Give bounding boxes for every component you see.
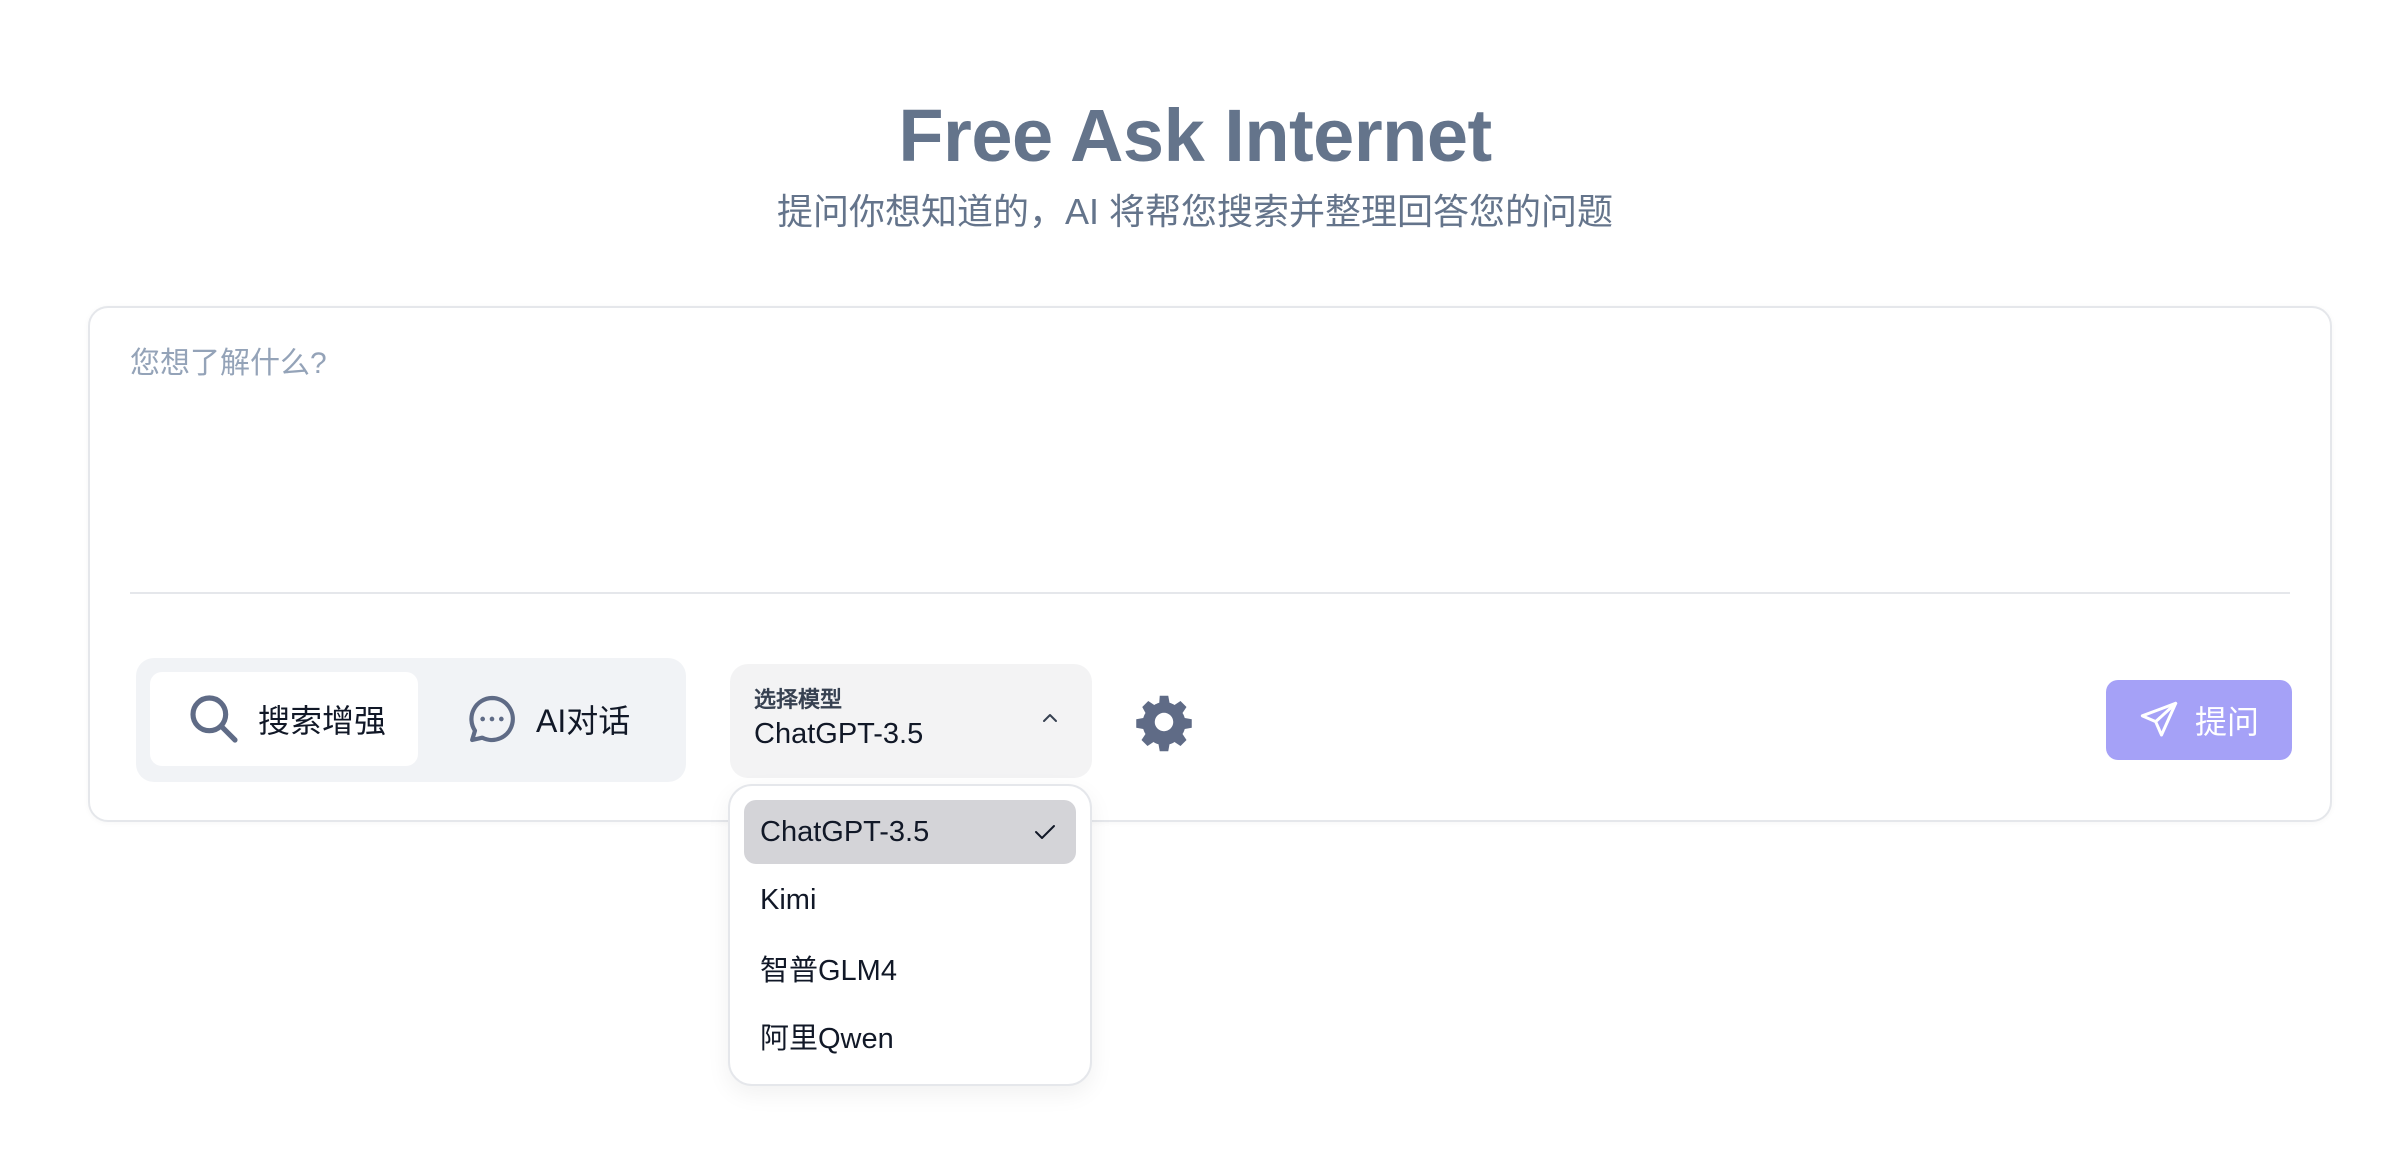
- check-icon: [1035, 825, 1055, 839]
- search-mode-label: 搜索增强: [258, 703, 387, 739]
- search-icon: [190, 695, 238, 743]
- submit-label: 提问: [2194, 704, 2259, 740]
- model-select[interactable]: 选择模型 ChatGPT-3.5: [730, 664, 1092, 778]
- chat-mode-button[interactable]: AI对话: [434, 672, 674, 766]
- submit-button[interactable]: 提问: [2106, 680, 2292, 760]
- send-icon: [2140, 701, 2178, 737]
- model-select-value: ChatGPT-3.5: [754, 718, 924, 750]
- divider: [130, 592, 2290, 594]
- model-select-label: 选择模型: [754, 687, 843, 712]
- model-option[interactable]: 智普GLM4: [744, 936, 1076, 1000]
- question-input[interactable]: [130, 344, 2290, 564]
- model-dropdown: ChatGPT-3.5 Kimi 智普GLM4 阿里Qwen: [728, 784, 1092, 1086]
- mode-toggle: 搜索增强 AI对话: [136, 658, 686, 782]
- search-mode-button[interactable]: 搜索增强: [150, 672, 418, 766]
- model-option[interactable]: 阿里Qwen: [744, 1004, 1076, 1068]
- model-option-label: ChatGPT-3.5: [760, 815, 930, 848]
- model-option-label: Kimi: [760, 883, 817, 916]
- model-option[interactable]: Kimi: [744, 868, 1076, 932]
- gear-icon[interactable]: [1134, 692, 1194, 752]
- page: Free Ask Internet 提问你想知道的，AI 将帮您搜索并整理回答您…: [0, 0, 2390, 1154]
- chat-mode-label: AI对话: [536, 703, 631, 739]
- model-option-label: 智普GLM4: [760, 955, 897, 987]
- chat-bubble-icon: [469, 695, 515, 743]
- chevron-up-icon: [1043, 714, 1057, 722]
- page-subtitle: 提问你想知道的，AI 将帮您搜索并整理回答您的问题: [776, 191, 1614, 232]
- model-option-label: 阿里Qwen: [760, 1023, 894, 1055]
- page-title: Free Ask Internet: [898, 94, 1492, 177]
- model-option[interactable]: ChatGPT-3.5: [744, 800, 1076, 864]
- ask-card: 搜索增强 AI对话 选择模型 ChatGPT-3.5: [88, 306, 2332, 822]
